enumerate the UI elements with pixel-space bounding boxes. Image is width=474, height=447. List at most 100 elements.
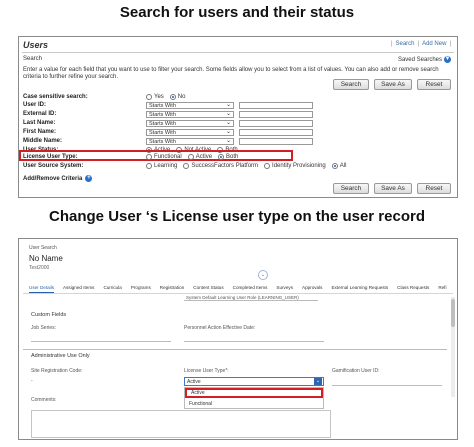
radio-identity-provisioning[interactable]: Identity Provisioning — [264, 163, 326, 169]
option-functional[interactable]: Functional — [185, 399, 323, 409]
add-new-link[interactable]: Add New — [422, 41, 446, 47]
select-value: Starts With — [149, 112, 176, 118]
panel-top-links: | Search | Add New | — [391, 41, 451, 47]
radio-label: Functional — [154, 154, 182, 160]
radio-dot — [264, 163, 271, 169]
chevron-down-icon: ⌄ — [314, 378, 322, 385]
radio-label: All — [339, 163, 347, 169]
radio-active[interactable]: Active — [187, 154, 213, 160]
radio-dot — [146, 163, 152, 169]
radio-label: Both — [226, 154, 239, 160]
search-button[interactable]: Search — [333, 183, 369, 194]
last-name-input[interactable] — [239, 120, 313, 127]
case-sensitive-label: Case sensitive search: — [23, 94, 88, 100]
personnel-action-input[interactable] — [184, 341, 324, 342]
expand-header-button[interactable]: ⌄ — [258, 270, 268, 280]
tab-refi[interactable]: Refi — [438, 285, 446, 293]
custom-fields-heading: Custom Fields — [31, 312, 67, 318]
tab-content-status[interactable]: Content Status — [193, 285, 223, 293]
job-series-input[interactable] — [31, 341, 171, 342]
radio-label: Yes — [154, 94, 164, 100]
select-value: Starts With — [149, 121, 176, 127]
save-as-button[interactable]: Save As — [374, 183, 412, 194]
radio-dot — [146, 94, 152, 100]
tab-surveys[interactable]: Surveys — [276, 285, 293, 293]
section-divider — [23, 349, 447, 350]
saved-searches-dropdown[interactable]: Saved Searches ▼ — [398, 56, 451, 63]
breadcrumb[interactable]: User Search — [29, 245, 57, 251]
tab-curricula[interactable]: Curricula — [103, 285, 121, 293]
search-section-label: Search — [23, 56, 43, 62]
divider — [22, 52, 454, 53]
user-record-panel: User Search No Name Test2000 ⌄ User Deta… — [18, 238, 458, 440]
tab-approvals[interactable]: Approvals — [302, 285, 322, 293]
license-user-type-options: Active Functional — [184, 387, 324, 409]
chevron-down-icon: ⌄ — [225, 102, 231, 108]
comments-label: Comments: — [31, 397, 57, 403]
last-name-label: Last Name: — [23, 120, 56, 126]
admin-use-heading: Administrative Use Only — [31, 353, 90, 359]
radio-dot-selected — [169, 94, 176, 100]
reset-button[interactable]: Reset — [417, 183, 451, 194]
radio-no[interactable]: No — [169, 94, 185, 100]
radio-both[interactable]: Both — [218, 154, 238, 160]
tab-user-details[interactable]: User Details — [29, 285, 55, 293]
add-remove-criteria[interactable]: Add/Remove Criteria + — [23, 175, 93, 182]
first-name-operator-select[interactable]: Starts With ⌄ — [146, 129, 234, 136]
tab-programs[interactable]: Programs — [131, 285, 151, 293]
chevron-down-icon: ⌄ — [260, 272, 266, 278]
gamification-user-id-input[interactable] — [332, 385, 442, 386]
radio-label: Learning — [154, 163, 178, 169]
tab-class-requests[interactable]: Class Requests — [397, 285, 429, 293]
tab-assigned-items[interactable]: Assigned Items — [63, 285, 94, 293]
comments-textarea[interactable] — [31, 410, 331, 438]
top-button-row: Search Save As Reset — [333, 79, 451, 90]
top-heading: Search for users and their status — [119, 4, 355, 21]
middle-name-operator-select[interactable]: Starts With ⌄ — [146, 138, 234, 145]
bottom-heading: Change User ‘s License user type on the … — [49, 208, 425, 225]
first-name-input[interactable] — [239, 129, 313, 136]
user-id: Test2000 — [29, 265, 50, 271]
middle-name-input[interactable] — [239, 138, 313, 145]
external-id-label: External ID: — [23, 111, 57, 117]
radio-functional[interactable]: Functional — [146, 154, 182, 160]
chevron-down-icon: ⌄ — [225, 120, 231, 126]
external-id-input[interactable] — [239, 111, 313, 118]
user-id-input[interactable] — [239, 102, 313, 109]
select-value: Starts With — [149, 130, 176, 136]
search-button[interactable]: Search — [333, 79, 369, 90]
user-source-system-radios: Learning SuccessFactors Platform Identit… — [146, 163, 352, 169]
bottom-button-row: Search Save As Reset — [333, 183, 451, 194]
link-separator: | — [417, 41, 420, 47]
search-link[interactable]: Search — [396, 41, 415, 47]
radio-dot — [146, 154, 152, 160]
job-series-label: Job Series: — [31, 325, 57, 331]
radio-yes[interactable]: Yes — [146, 94, 164, 100]
case-sensitive-radios: Yes No — [146, 94, 191, 100]
learning-user-role-field[interactable]: System Default Learning User Role (LEARN… — [184, 295, 318, 301]
reset-button[interactable]: Reset — [417, 79, 451, 90]
tab-completed-items[interactable]: Completed Items — [233, 285, 268, 293]
scrollbar-thumb[interactable] — [451, 299, 455, 327]
tab-external-learning-requests[interactable]: External Learning Requests — [331, 285, 388, 293]
license-user-type-select[interactable]: Active ⌄ — [184, 377, 324, 386]
panel-title: Users — [23, 40, 49, 50]
radio-learning[interactable]: Learning — [146, 163, 177, 169]
radio-label: Identity Provisioning — [272, 163, 326, 169]
license-user-type-label: License User Type: — [23, 154, 78, 160]
external-id-operator-select[interactable]: Starts With ⌄ — [146, 111, 234, 118]
user-source-system-label: User Source System: — [23, 163, 84, 169]
radio-successfactors-platform[interactable]: SuccessFactors Platform — [183, 163, 258, 169]
tab-registration[interactable]: Registration — [160, 285, 185, 293]
last-name-operator-select[interactable]: Starts With ⌄ — [146, 120, 234, 127]
first-name-label: First Name: — [23, 129, 57, 135]
radio-all[interactable]: All — [331, 163, 347, 169]
radio-label: Active — [195, 154, 213, 160]
link-separator: | — [390, 41, 393, 47]
option-active[interactable]: Active — [185, 388, 323, 398]
radio-dot-selected — [218, 154, 225, 160]
save-as-button[interactable]: Save As — [374, 79, 412, 90]
add-remove-criteria-label: Add/Remove Criteria — [23, 175, 83, 182]
site-registration-code-value: - — [31, 378, 33, 384]
user-id-operator-select[interactable]: Starts With ⌄ — [146, 102, 234, 109]
